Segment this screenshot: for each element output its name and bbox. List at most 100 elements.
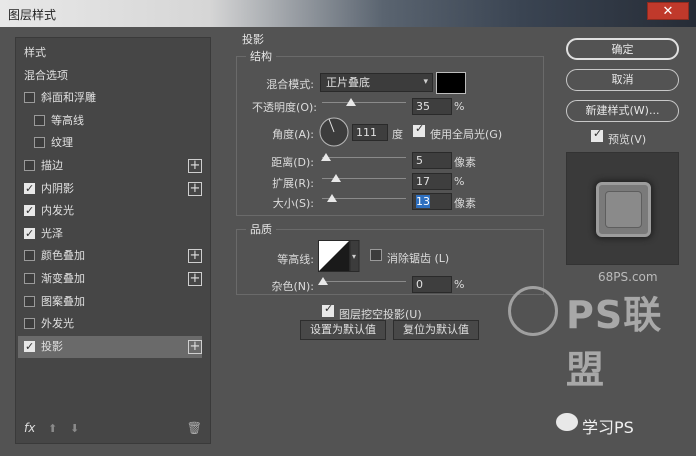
noise-slider-thumb[interactable] [318, 277, 328, 285]
style-checkbox[interactable] [24, 223, 35, 245]
angle-dial[interactable] [318, 116, 350, 148]
trash-icon[interactable]: 🗑 [187, 421, 202, 435]
size-slider-thumb[interactable] [327, 194, 337, 202]
knockout-checkbox[interactable] [322, 302, 334, 317]
angle-unit: 度 [392, 128, 403, 141]
style-item[interactable]: 纹理 [18, 132, 202, 154]
style-item-label: 纹理 [51, 136, 73, 150]
noise-unit: % [454, 278, 465, 291]
contour-label: 等高线: [277, 253, 314, 266]
wechat-icon [556, 413, 578, 431]
style-checkbox[interactable] [24, 295, 35, 307]
style-item[interactable]: 投影 + [18, 335, 202, 358]
style-checkbox[interactable] [24, 336, 35, 358]
opacity-slider-track[interactable] [322, 102, 406, 103]
angle-label: 角度(A): [272, 128, 314, 141]
style-item[interactable]: 渐变叠加 + [18, 268, 202, 290]
blend-mode-select[interactable]: 正片叠底 ▾ [320, 73, 433, 92]
move-down-icon[interactable]: ⬇ [70, 422, 79, 435]
watermark-bottom: 学习PS [582, 418, 634, 437]
global-light-label: 使用全局光(G) [430, 128, 503, 141]
style-checkbox[interactable] [24, 273, 35, 284]
move-up-icon[interactable]: ⬆ [48, 422, 57, 435]
style-checkbox[interactable] [24, 178, 35, 200]
style-item[interactable]: 斜面和浮雕 [18, 87, 202, 109]
style-item[interactable]: 混合选项 [18, 65, 202, 87]
distance-input[interactable]: 5 [412, 152, 452, 169]
blend-mode-label: 混合模式: [266, 78, 314, 91]
preview-checkbox[interactable] [591, 127, 603, 142]
style-item[interactable]: 样式 [18, 42, 202, 64]
global-light-checkbox[interactable] [413, 122, 425, 137]
size-input[interactable]: 13 [412, 193, 452, 210]
reset-default-button[interactable]: 复位为默认值 [393, 320, 479, 340]
noise-input[interactable]: 0 [412, 276, 452, 293]
style-item-label: 渐变叠加 [41, 272, 85, 285]
fx-icon[interactable]: fx [24, 421, 35, 435]
size-label: 大小(S): [272, 197, 314, 210]
blend-mode-value: 正片叠底 [326, 76, 370, 89]
style-item-label: 内发光 [41, 204, 74, 218]
angle-input[interactable]: 111 [352, 124, 388, 141]
preview-label: 预览(V) [608, 133, 647, 146]
style-item[interactable]: 光泽 [18, 223, 202, 245]
style-item[interactable]: 颜色叠加 + [18, 245, 202, 267]
style-item-label: 图案叠加 [41, 294, 85, 308]
distance-unit: 像素 [454, 156, 476, 169]
spread-unit: % [454, 175, 465, 188]
section-title: 投影 [242, 31, 264, 47]
add-effect-icon[interactable]: + [188, 249, 202, 264]
add-effect-icon[interactable]: + [188, 159, 202, 173]
style-item-label: 外发光 [41, 317, 74, 331]
style-item[interactable]: 内阴影 + [18, 178, 202, 200]
watermark-logo-ring [508, 286, 558, 336]
spread-input[interactable]: 17 [412, 173, 452, 190]
add-effect-icon[interactable]: + [188, 181, 202, 196]
close-button[interactable]: ✕ [647, 2, 689, 20]
size-unit: 像素 [454, 197, 476, 210]
distance-slider-thumb[interactable] [321, 153, 331, 161]
noise-slider-track[interactable] [322, 281, 406, 282]
watermark-site: 68PS.com [598, 270, 658, 284]
opacity-label: 不透明度(O): [252, 101, 317, 114]
style-item-label: 投影 [41, 339, 63, 353]
svg-text:▾: ▾ [352, 252, 356, 261]
style-item-label: 内阴影 [41, 181, 74, 195]
opacity-input[interactable]: 35 [412, 98, 452, 115]
style-checkbox[interactable] [24, 200, 35, 222]
style-item[interactable]: 内发光 [18, 200, 202, 222]
style-checkbox[interactable] [24, 160, 35, 171]
style-item[interactable]: 图案叠加 [18, 291, 202, 313]
ok-button[interactable]: 确定 [566, 38, 679, 60]
contour-picker[interactable]: ▾ [318, 240, 360, 272]
preview-swatch-inner [605, 191, 642, 228]
style-checkbox[interactable] [24, 318, 35, 330]
style-item[interactable]: 描边 + [18, 155, 202, 177]
style-item[interactable]: 等高线 [18, 110, 202, 132]
antialias-checkbox[interactable] [370, 249, 382, 261]
new-style-button[interactable]: 新建样式(W)... [566, 100, 679, 122]
title-bar: 图层样式 ✕ [0, 0, 696, 27]
style-item[interactable]: 外发光 [18, 313, 202, 335]
noise-label: 杂色(N): [271, 280, 314, 293]
opacity-slider-thumb[interactable] [346, 98, 357, 106]
add-effect-icon[interactable]: + [188, 339, 202, 354]
style-checkbox[interactable] [34, 114, 45, 126]
add-effect-icon[interactable]: + [188, 272, 202, 286]
style-item-label: 描边 [41, 159, 63, 172]
style-checkbox[interactable] [24, 250, 35, 262]
chevron-down-icon: ▾ [423, 77, 428, 87]
cancel-button[interactable]: 取消 [566, 69, 679, 91]
style-item-label: 颜色叠加 [41, 249, 85, 263]
spread-slider-thumb[interactable] [331, 174, 341, 182]
style-checkbox[interactable] [34, 137, 45, 149]
distance-slider-track[interactable] [322, 157, 406, 158]
styles-footer: fx ⬆ ⬇ 🗑 [16, 417, 210, 443]
shadow-color-swatch[interactable] [436, 72, 466, 94]
styles-list-panel: 样式混合选项斜面和浮雕等高线纹理描边 + 内阴影 + 内发光光泽颜色叠加 + 渐变叠加 + 图案… [15, 37, 211, 444]
quality-title: 品质 [246, 221, 276, 237]
make-default-button[interactable]: 设置为默认值 [300, 320, 386, 340]
distance-label: 距离(D): [271, 156, 314, 169]
style-checkbox[interactable] [24, 92, 35, 104]
spread-label: 扩展(R): [272, 177, 314, 190]
